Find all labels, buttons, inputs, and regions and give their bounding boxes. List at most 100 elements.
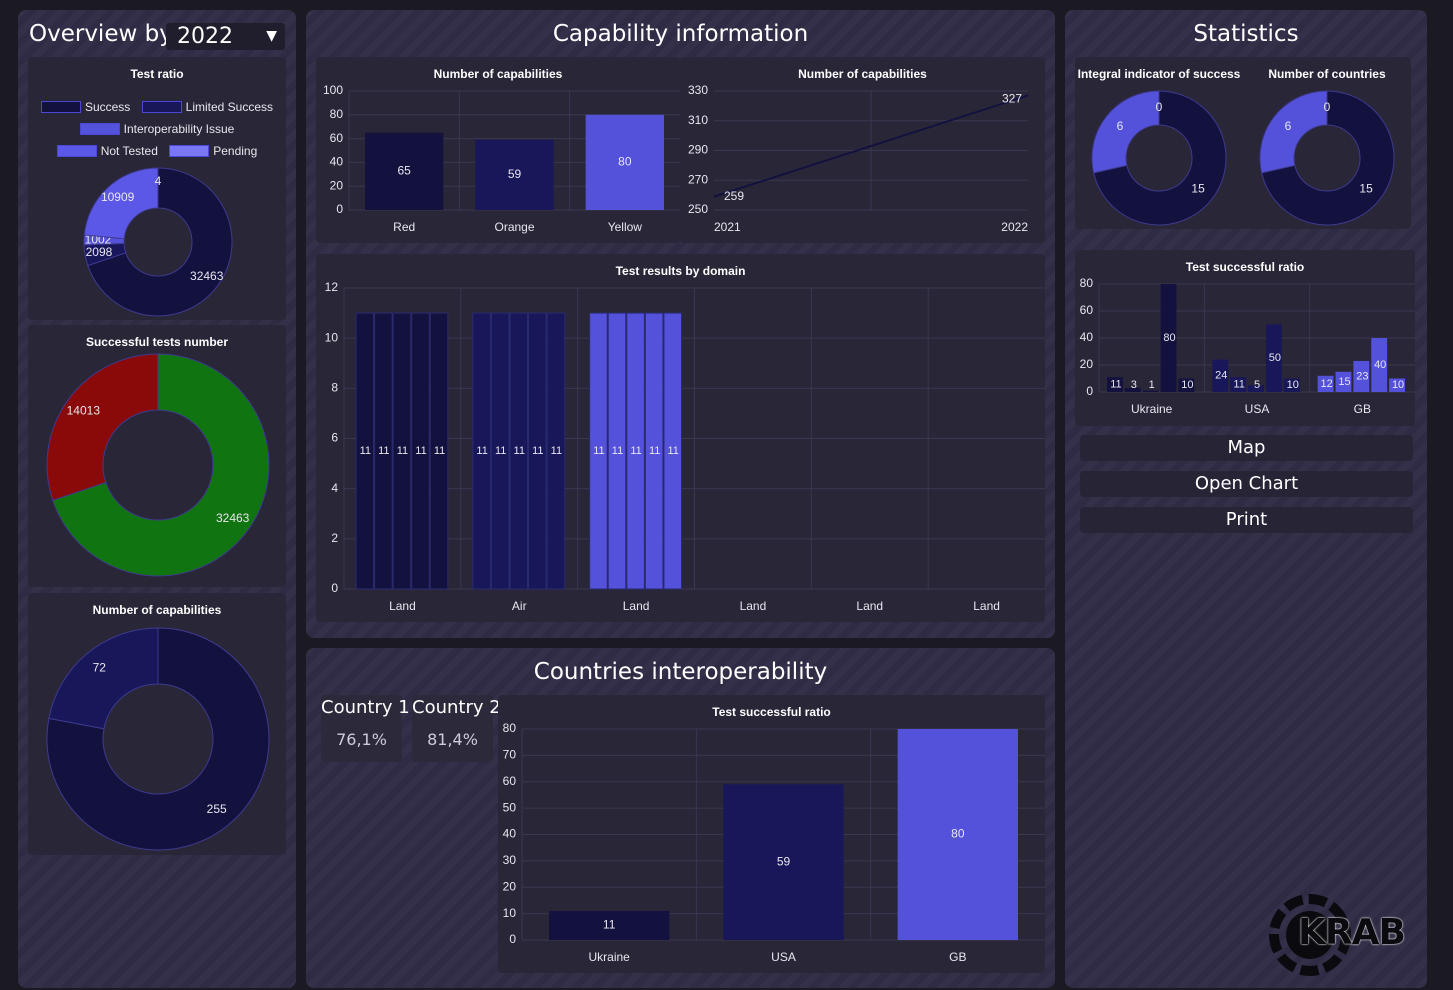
- integral-indicator-slice-1: [1091, 90, 1160, 174]
- domain-value-2-2: 11: [630, 445, 641, 457]
- countries-title: Countries interoperability: [533, 659, 828, 685]
- test-ratio-card: Test ratio Success Limited Success Inter…: [28, 57, 286, 320]
- test-ratio-label-0: 32463: [190, 269, 224, 283]
- capabilities-line-ytick-4: 330: [688, 83, 708, 97]
- capabilities-bar-card: Number of capabilities 0 20 40 60 80 100 65 Red…: [316, 57, 680, 243]
- print-button[interactable]: Print: [1080, 507, 1413, 533]
- successful-tests-chart: 32463 14013: [46, 353, 270, 577]
- number-countries-label-1: 6: [1285, 119, 1292, 133]
- open-chart-button[interactable]: Open Chart: [1080, 471, 1413, 497]
- statistics-title: Statistics: [1193, 21, 1299, 47]
- domain-xtick-0: Land: [389, 599, 416, 613]
- test-results-domain-chart: 0 2 4 6 8 10 12 Land 11 11 11 11 11 Air 11 11 11 11 11 Land…: [325, 280, 1045, 613]
- domain-value-2-1: 11: [612, 445, 623, 457]
- kpi-country-2-label: Country 2: [412, 697, 501, 718]
- test-success-large-card: Test successful ratio 0 10 20 30 40 50 60 70 80 1…: [498, 695, 1045, 973]
- capabilities-line-ytick-2: 290: [688, 143, 708, 157]
- domain-xtick-3: Land: [740, 599, 767, 613]
- ts-small-value-1-4: 10: [1287, 379, 1299, 391]
- capabilities-line-ytick-3: 310: [688, 113, 708, 127]
- capabilities-line-ytick-1: 270: [688, 172, 708, 186]
- kpi-country-1-label: Country 1: [321, 697, 410, 718]
- ts-large-ytick-2: 20: [503, 879, 517, 893]
- year-value: 2022: [177, 24, 233, 49]
- domain-value-0-4: 11: [434, 445, 445, 457]
- ts-small-value-2-0: 12: [1320, 378, 1332, 390]
- ts-small-ytick-4: 80: [1080, 276, 1094, 290]
- kpi-country-1-value: 76,1%: [336, 730, 387, 749]
- capabilities-line-card: Number of capabilities 250 270 290 310 330 25…: [680, 57, 1045, 243]
- ts-large-ytick-0: 0: [509, 932, 516, 946]
- ts-large-xtick-1: USA: [771, 950, 796, 964]
- capabilities-bar-ytick-2: 40: [330, 155, 344, 169]
- ts-small-value-1-2: 5: [1254, 379, 1260, 391]
- capabilities-donut-slice-1: [48, 627, 159, 730]
- capabilities-line-xtick-1: 2022: [1001, 220, 1028, 234]
- ts-small-value-1-0: 24: [1215, 370, 1227, 382]
- test-success-small-chart: 0 20 40 60 80 Ukraine 11 3 1 80 10 USA 24 11 5 50 10 GB 12…: [1080, 276, 1415, 416]
- kpi-country-2: Country 2 81,4%: [412, 695, 501, 762]
- ts-small-xtick-2: GB: [1354, 402, 1371, 416]
- domain-value-2-0: 11: [593, 445, 604, 457]
- ts-large-ytick-3: 30: [503, 853, 517, 867]
- successful-tests-slice-1: [46, 353, 159, 501]
- ts-large-value-2: 80: [951, 827, 965, 841]
- ts-small-value-2-2: 23: [1356, 370, 1368, 382]
- domain-value-1-4: 11: [551, 445, 562, 457]
- stats-donuts-chart: 15 6 0 15 6 0: [1091, 90, 1395, 226]
- number-countries-label-0: 15: [1359, 181, 1373, 195]
- domain-value-0-2: 11: [397, 445, 408, 457]
- test-ratio-label-3: 10909: [101, 190, 135, 204]
- ts-small-value-2-4: 10: [1392, 379, 1404, 391]
- capabilities-bar-xtick-0: Red: [393, 220, 415, 234]
- domain-value-0-0: 11: [360, 445, 371, 457]
- successful-tests-card: Successful tests number 32463 14013: [28, 325, 286, 587]
- test-ratio-label-1: 2098: [86, 245, 113, 259]
- capabilities-bar-value-0: 65: [397, 163, 411, 177]
- domain-xtick-2: Land: [623, 599, 650, 613]
- capabilities-donut-chart: 255 72: [46, 627, 270, 851]
- ts-small-xtick-1: USA: [1245, 402, 1270, 416]
- integral-indicator-label-2: 0: [1156, 100, 1163, 114]
- test-results-domain-card: Test results by domain 0 2 4 6 8 10 12 Land 11 11…: [316, 254, 1045, 622]
- capability-title: Capability information: [552, 21, 809, 47]
- ts-small-ytick-0: 0: [1086, 384, 1093, 398]
- capabilities-line-xtick-0: 2021: [714, 220, 741, 234]
- ts-small-value-2-1: 15: [1338, 376, 1350, 388]
- integral-indicator-label-1: 6: [1117, 119, 1124, 133]
- ts-large-ytick-4: 40: [503, 827, 517, 841]
- capabilities-line-ytick-0: 250: [688, 202, 708, 216]
- domain-ytick-1: 2: [331, 531, 338, 545]
- capabilities-donut-label-0: 255: [207, 802, 227, 816]
- ts-small-value-0-1: 3: [1131, 379, 1137, 391]
- ts-large-ytick-5: 50: [503, 800, 517, 814]
- test-success-small-card: Test successful ratio 0 20 40 60 80 Ukraine 11…: [1075, 250, 1415, 426]
- domain-xtick-1: Air: [512, 599, 527, 613]
- ts-large-value-0: 11: [603, 918, 616, 932]
- krab-logo-text: KRAB: [1298, 912, 1406, 953]
- integral-indicator-label-0: 15: [1191, 181, 1205, 195]
- number-countries-label-2: 0: [1324, 100, 1331, 114]
- capabilities-bar-ytick-3: 60: [330, 131, 344, 145]
- capabilities-bar-ytick-5: 100: [323, 83, 343, 97]
- overview-label: Overview by: [29, 21, 173, 47]
- domain-value-0-3: 11: [415, 445, 426, 457]
- capabilities-line-value-0: 259: [724, 189, 744, 203]
- test-ratio-label-4: 4: [155, 174, 162, 188]
- ts-small-value-1-1: 11: [1233, 378, 1244, 390]
- capabilities-bar-ytick-1: 20: [330, 178, 344, 192]
- stats-donuts-card: Integral indicator of success Number of …: [1075, 57, 1411, 229]
- ts-small-value-0-4: 10: [1181, 379, 1193, 391]
- ts-small-ytick-2: 40: [1080, 330, 1094, 344]
- capabilities-donut-card: Number of capabilities 255 72: [28, 593, 286, 855]
- domain-ytick-6: 12: [325, 280, 339, 294]
- ts-large-value-1: 59: [777, 854, 791, 868]
- map-button[interactable]: Map: [1080, 435, 1413, 461]
- chevron-down-icon: ▼: [266, 28, 277, 44]
- ts-small-value-2-3: 40: [1374, 359, 1386, 371]
- capabilities-bar-xtick-1: Orange: [494, 220, 534, 234]
- number-countries-slice-1: [1259, 90, 1328, 174]
- capabilities-line-chart: 250 270 290 310 330 259 2021 327 2022: [688, 83, 1028, 234]
- year-select[interactable]: 2022 ▼: [166, 23, 285, 50]
- domain-xtick-4: Land: [856, 599, 883, 613]
